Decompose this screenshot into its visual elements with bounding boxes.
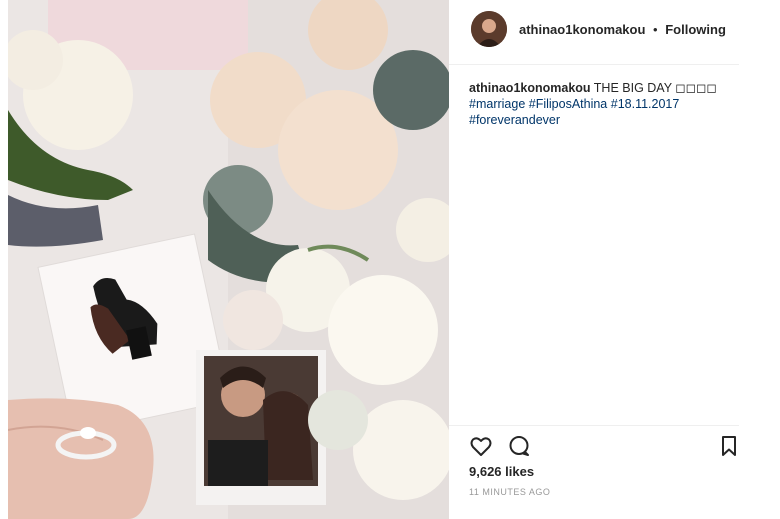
post-timestamp[interactable]: 11 MINUTES AGO: [469, 487, 550, 497]
post-photo[interactable]: [8, 0, 449, 519]
heart-icon[interactable]: [469, 434, 493, 458]
post-sidebar: athinao1konomakou • Following athinao1ko…: [449, 0, 780, 519]
caption-text: THE BIG DAY ◻◻◻◻: [593, 81, 717, 95]
username-link[interactable]: athinao1konomakou: [519, 22, 645, 37]
post-caption: athinao1konomakou THE BIG DAY ◻◻◻◻ #marr…: [469, 80, 739, 128]
wedding-photo-illustration: [8, 0, 449, 519]
caption-username[interactable]: athinao1konomakou: [469, 81, 591, 95]
hashtag-date[interactable]: #18.11.2017: [611, 97, 680, 111]
hashtag-line-1[interactable]: #marriage #FiliposAthina: [469, 97, 607, 111]
likes-count[interactable]: 9,626 likes: [469, 464, 534, 479]
following-button[interactable]: Following: [665, 22, 726, 37]
separator-dot: •: [653, 22, 658, 37]
action-bar: [449, 425, 739, 466]
avatar-image: [471, 11, 507, 47]
post-header: athinao1konomakou • Following: [449, 0, 739, 65]
avatar[interactable]: [471, 11, 507, 47]
header-text: athinao1konomakou • Following: [519, 22, 726, 37]
bookmark-icon[interactable]: [717, 434, 741, 458]
hashtag-line-2[interactable]: #foreverandever: [469, 112, 739, 128]
comment-icon[interactable]: [507, 434, 531, 458]
